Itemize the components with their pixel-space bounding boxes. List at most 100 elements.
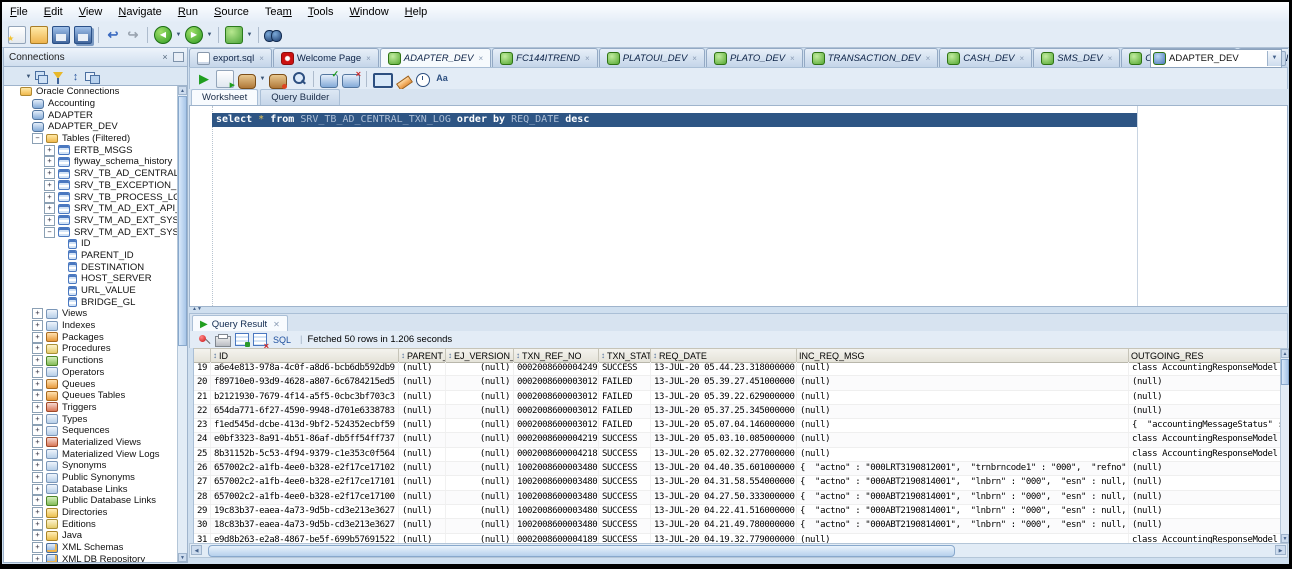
- cell-outgoing_res[interactable]: class AccountingResponseModel (: [1129, 362, 1281, 376]
- grid-vertical-scrollbar[interactable]: ▲ ▼: [1280, 348, 1289, 544]
- cell-parent_id[interactable]: (null): [399, 504, 446, 519]
- close-icon[interactable]: ✕: [273, 320, 280, 329]
- cell-rownum[interactable]: 30: [194, 519, 211, 533]
- menu-item-run[interactable]: Run: [170, 4, 206, 20]
- cell-outgoing_res[interactable]: class AccountingResponseModel (: [1129, 447, 1281, 462]
- tree-item-types[interactable]: + Types: [4, 413, 178, 425]
- cell-txn_ref_no[interactable]: 0002008600003012: [514, 419, 599, 433]
- cell-txn_status[interactable]: FAILED: [599, 404, 651, 419]
- cell-inc_req_msg[interactable]: { "actno" : "000ABT2190814001", "lnbrn" …: [797, 504, 1129, 519]
- binoculars-icon[interactable]: [264, 27, 282, 43]
- tree-item-directories[interactable]: + Directories: [4, 507, 178, 519]
- tree-item-id[interactable]: ID: [4, 238, 178, 250]
- cell-rownum[interactable]: 20: [194, 376, 211, 390]
- close-icon[interactable]: ×: [259, 54, 264, 63]
- scroll-up-icon[interactable]: ▲: [178, 86, 187, 95]
- menu-item-navigate[interactable]: Navigate: [110, 4, 169, 20]
- tree-item-procedures[interactable]: + Procedures: [4, 343, 178, 355]
- tree-item-destination[interactable]: DESTINATION: [4, 261, 178, 273]
- tree-item-host-server[interactable]: HOST_SERVER: [4, 273, 178, 285]
- cell-id[interactable]: f1ed545d-dcbe-413d-9bf2-524352ecbf59: [211, 419, 399, 433]
- grid-hscrollbar-thumb[interactable]: [208, 545, 955, 557]
- menu-item-edit[interactable]: Edit: [36, 4, 71, 20]
- close-icon[interactable]: ×: [478, 54, 483, 63]
- table-row[interactable]: 26 657002c2-a1fb-4ee0-b328-e2f17ce17102 (n…: [194, 462, 1281, 477]
- cell-txn_status[interactable]: SUCCESS: [599, 490, 651, 504]
- redo-icon[interactable]: ↪: [125, 27, 141, 43]
- cell-txn_status[interactable]: SUCCESS: [599, 504, 651, 519]
- table-row[interactable]: 24 e0bf3323-8a91-4b51-86af-db5ff54ff737 (n…: [194, 433, 1281, 448]
- expand-icon[interactable]: +: [44, 191, 55, 203]
- panel-close-icon[interactable]: ×: [159, 52, 171, 63]
- close-icon[interactable]: ×: [926, 54, 931, 63]
- tree-item-packages[interactable]: + Packages: [4, 331, 178, 343]
- scroll-down-icon[interactable]: ▼: [178, 553, 187, 562]
- cell-parent_id[interactable]: (null): [399, 404, 446, 419]
- chevron-down-icon[interactable]: ▼: [174, 32, 183, 38]
- cell-outgoing_res[interactable]: { "accountingMessageStatus" : ": [1129, 419, 1281, 433]
- tree-item-srv-tb-process-log[interactable]: + SRV_TB_PROCESS_LOG: [4, 191, 178, 203]
- close-icon[interactable]: ×: [366, 54, 371, 63]
- cell-id[interactable]: 654da771-6f27-4590-9948-d701e6338783: [211, 404, 399, 419]
- subtab-worksheet[interactable]: Worksheet: [191, 89, 259, 105]
- tree-item-adapter[interactable]: ADAPTER: [4, 109, 178, 121]
- tree-item-ertb-msgs[interactable]: + ERTB_MSGS: [4, 144, 178, 156]
- tree-item-materialized-view-logs[interactable]: + Materialized View Logs: [4, 448, 178, 460]
- cell-ej_version_no[interactable]: (null): [446, 390, 514, 404]
- cell-outgoing_res[interactable]: (null): [1129, 476, 1281, 490]
- cell-inc_req_msg[interactable]: (null): [797, 433, 1129, 447]
- scroll-up-icon[interactable]: ▲: [1281, 349, 1289, 358]
- cell-txn_status[interactable]: SUCCESS: [599, 519, 651, 533]
- tree-item-srv-tm-ad-ext-sys-dest-dtls[interactable]: − SRV_TM_AD_EXT_SYS_DEST_DTLS: [4, 226, 178, 238]
- back-icon[interactable]: ◀: [154, 25, 172, 44]
- cell-req_date[interactable]: 13-JUL-20 04.40.35.601000000 PM: [651, 462, 797, 476]
- sort-icon[interactable]: ↕: [448, 351, 452, 360]
- tab-adapter-dev[interactable]: ADAPTER_DEV ×: [379, 48, 492, 67]
- cell-txn_ref_no[interactable]: 0002008600004218: [514, 447, 599, 462]
- expand-icon[interactable]: +: [32, 507, 43, 519]
- cell-rownum[interactable]: 19: [194, 362, 211, 376]
- tree-item-srv-tm-ad-ext-api-sys[interactable]: + SRV_TM_AD_EXT_API_SYS: [4, 203, 178, 215]
- close-icon[interactable]: ×: [790, 54, 795, 63]
- cell-txn_status[interactable]: FAILED: [599, 390, 651, 404]
- collapse-icon[interactable]: −: [44, 226, 55, 238]
- cell-rownum[interactable]: 25: [194, 447, 211, 462]
- cell-ej_version_no[interactable]: (null): [446, 404, 514, 419]
- cell-id[interactable]: 19c83b37-eaea-4a73-9d5b-cd3e213e3627: [211, 504, 399, 519]
- cell-ej_version_no[interactable]: (null): [446, 504, 514, 519]
- clock-icon[interactable]: [416, 73, 430, 87]
- tree-item-materialized-views[interactable]: + Materialized Views: [4, 436, 178, 449]
- sort-icon[interactable]: ↕: [601, 351, 605, 360]
- expand-icon[interactable]: +: [32, 425, 43, 437]
- cell-inc_req_msg[interactable]: { "actno" : "000ABT2190814001", "lnbrn" …: [797, 490, 1129, 504]
- sort-icon[interactable]: ↕: [401, 351, 405, 360]
- tree-item-public-database-links[interactable]: + Public Database Links: [4, 495, 178, 507]
- column-header-txn_status[interactable]: ↕TXN_STATUS: [599, 349, 651, 362]
- menu-item-window[interactable]: Window: [342, 4, 397, 20]
- cell-inc_req_msg[interactable]: (null): [797, 390, 1129, 404]
- cell-txn_ref_no[interactable]: 1002008600003480: [514, 490, 599, 504]
- forward-icon[interactable]: ▶: [185, 25, 203, 44]
- cell-req_date[interactable]: 13-JUL-20 04.21.49.780000000 PM: [651, 519, 797, 533]
- cell-parent_id[interactable]: (null): [399, 490, 446, 504]
- tree-item-sequences[interactable]: + Sequences: [4, 425, 178, 437]
- table-row[interactable]: 19 a6e4e813-978a-4c0f-a8d6-bcb6db592db9 (n…: [194, 362, 1281, 377]
- expand-icon[interactable]: +: [32, 518, 43, 530]
- tree-item-srv-tb-exception-log[interactable]: + SRV_TB_EXCEPTION_LOG: [4, 179, 178, 192]
- menu-item-file[interactable]: File: [2, 4, 36, 20]
- tree-item-synonyms[interactable]: + Synonyms: [4, 460, 178, 472]
- tree-item-xml-schemas[interactable]: + XML Schemas: [4, 542, 178, 554]
- cell-outgoing_res[interactable]: (null): [1129, 390, 1281, 404]
- versioning-icon[interactable]: [225, 25, 243, 44]
- cell-outgoing_res[interactable]: (null): [1129, 490, 1281, 504]
- expand-icon[interactable]: +: [32, 460, 43, 472]
- add-icon[interactable]: [8, 70, 23, 85]
- expand-icon[interactable]: +: [32, 553, 43, 562]
- refresh-icon[interactable]: [34, 70, 49, 85]
- jar-icon[interactable]: [238, 73, 256, 89]
- tree-item-operators[interactable]: + Operators: [4, 366, 178, 379]
- cell-id[interactable]: 657002c2-a1fb-4ee0-b328-e2f17ce17102: [211, 462, 399, 476]
- cell-id[interactable]: e0bf3323-8a91-4b51-86af-db5ff54ff737: [211, 433, 399, 447]
- cell-id[interactable]: 8b31152b-5c53-4f94-9379-c1e353c0f564: [211, 447, 399, 462]
- tree-item-editions[interactable]: + Editions: [4, 518, 178, 530]
